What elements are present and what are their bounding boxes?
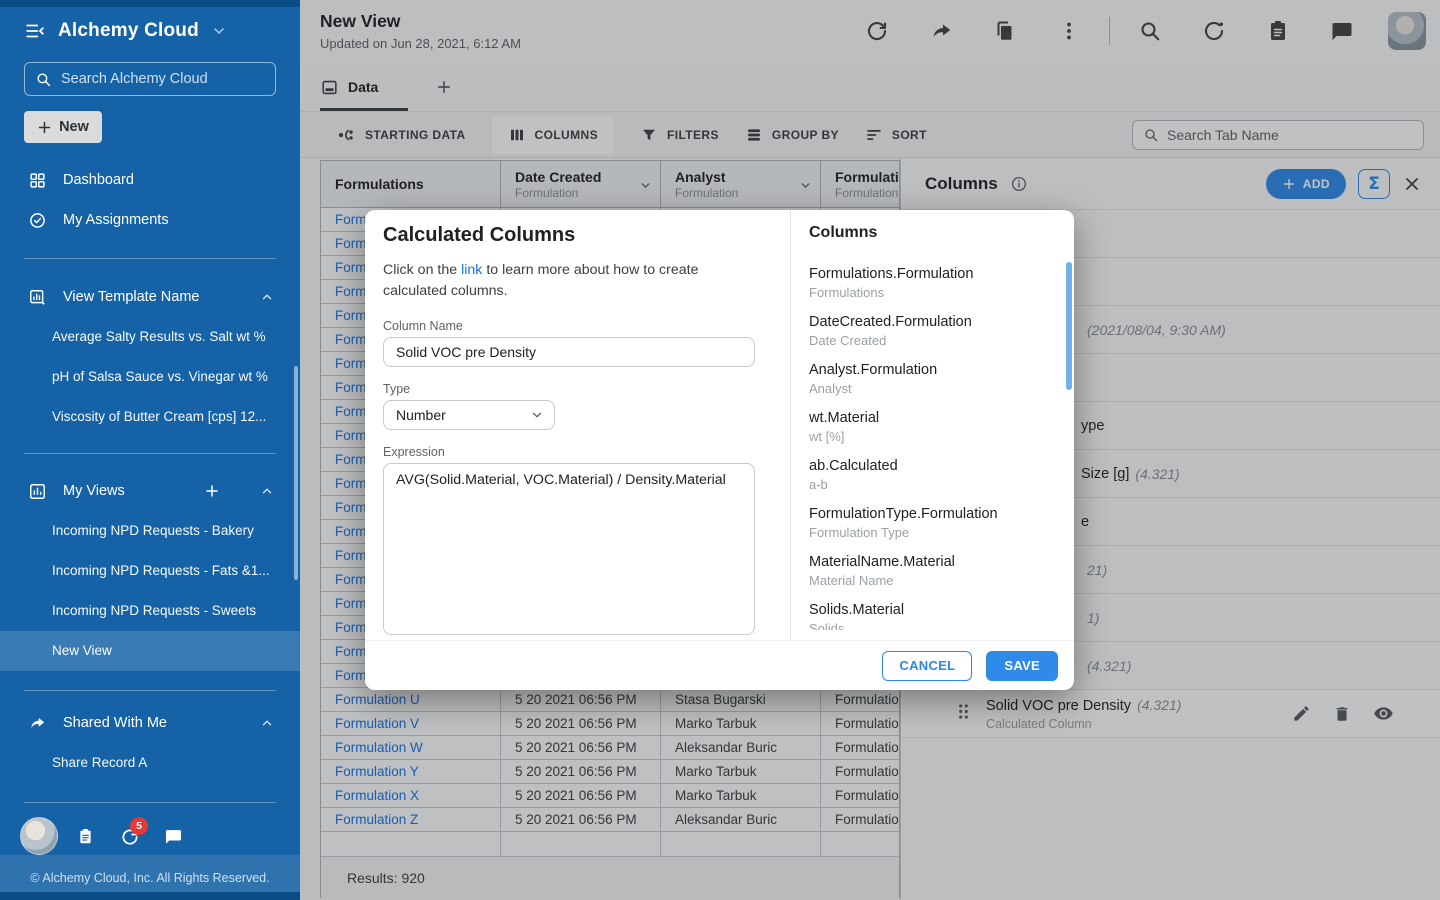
section-title: My Views (63, 483, 125, 499)
divider (24, 453, 276, 454)
share-arrow-icon (28, 714, 47, 733)
modal-column-item[interactable]: MaterialName.Material Material Name (809, 548, 1064, 596)
modal-list-scrollbar[interactable] (1066, 262, 1072, 390)
modal-column-item[interactable]: Solids.Material Solids (809, 596, 1064, 630)
modal-column-item[interactable]: ab.Calculated a-b (809, 452, 1064, 500)
app-title: Alchemy Cloud (58, 20, 199, 42)
cancel-button[interactable]: CANCEL (882, 651, 972, 681)
sidebar-view-item[interactable]: pH of Salsa Sauce vs. Vinegar wt % (0, 357, 300, 397)
sidebar-view-item[interactable]: Average Salty Results vs. Salt wt % (0, 317, 300, 357)
sidebar-view-item[interactable]: Share Record A (0, 743, 300, 783)
divider (24, 802, 276, 803)
column-name-input[interactable] (383, 337, 755, 367)
new-button[interactable]: New (24, 111, 102, 143)
sidebar-top-edge (0, 0, 300, 7)
modal-column-item[interactable]: wt.Material wt [%] (809, 404, 1064, 452)
chevron-up-icon[interactable] (260, 716, 274, 730)
sidebar-item-my-assignments[interactable]: My Assignments (0, 200, 300, 240)
sidebar-scrollbar[interactable] (294, 366, 298, 580)
modal-column-item[interactable]: FormulationType.Formulation Formulation … (809, 500, 1064, 548)
user-avatar[interactable] (20, 817, 58, 855)
calculated-columns-modal: Calculated Columns Click on the link to … (365, 210, 1074, 690)
add-view-icon[interactable] (204, 483, 220, 499)
sidebar-view-item[interactable]: New View (0, 631, 300, 671)
modal-columns-pane: Columns Formulations.Formulation Formula… (790, 210, 1074, 690)
search-icon (35, 71, 52, 88)
type-selected-value: Number (396, 407, 446, 423)
modal-columns-title: Columns (809, 224, 1074, 242)
chevron-up-icon[interactable] (260, 484, 274, 498)
save-button[interactable]: SAVE (986, 651, 1058, 681)
expression-input[interactable]: AVG(Solid.Material, VOC.Material) / Dens… (383, 463, 755, 635)
section-shared-with-me[interactable]: Shared With Me (0, 703, 300, 743)
check-circle-icon (28, 211, 47, 230)
modal-description: Click on the link to learn more about ho… (383, 260, 765, 302)
modal-title: Calculated Columns (383, 224, 772, 247)
section-my-views[interactable]: My Views (0, 471, 300, 511)
section-title: Shared With Me (63, 715, 167, 731)
sidebar-view-item[interactable]: Incoming NPD Requests - Bakery (0, 511, 300, 551)
collapse-menu-icon[interactable] (24, 20, 46, 42)
sidebar-item-label: My Assignments (63, 212, 169, 228)
help-link[interactable]: link (461, 262, 482, 278)
sidebar-view-item[interactable]: Incoming NPD Requests - Sweets (0, 591, 300, 631)
modal-column-item[interactable]: DateCreated.Formulation Date Created (809, 308, 1064, 356)
bar-chart-icon (28, 482, 47, 501)
divider (24, 258, 276, 259)
modal-columns-list: Formulations.Formulation Formulations Da… (809, 260, 1064, 630)
workspace-chevron-down-icon[interactable] (211, 23, 227, 39)
chevron-up-icon[interactable] (260, 290, 274, 304)
modal-footer: CANCEL SAVE (365, 640, 1074, 690)
clipboard-icon[interactable] (76, 827, 95, 851)
notification-badge: 5 (130, 817, 148, 835)
dashboard-grid-icon (28, 171, 47, 190)
plus-icon (37, 120, 52, 135)
sidebar-bottom-edge (0, 892, 300, 900)
chat-icon[interactable] (164, 827, 183, 851)
new-button-label: New (59, 119, 89, 135)
expression-label: Expression (383, 445, 772, 459)
sidebar-search-input[interactable] (61, 71, 261, 87)
section-view-template-name[interactable]: View Template Name (0, 277, 300, 317)
modal-column-item[interactable]: Formulations.Formulation Formulations (809, 260, 1064, 308)
sidebar-search[interactable] (24, 62, 276, 96)
chart-template-icon (28, 288, 47, 307)
sidebar-item-dashboard[interactable]: Dashboard (0, 160, 300, 200)
sidebar-item-label: Dashboard (63, 172, 134, 188)
sidebar: Alchemy Cloud New Dashboard (0, 0, 300, 900)
divider (24, 690, 276, 691)
column-name-label: Column Name (383, 319, 772, 333)
type-select[interactable]: Number (383, 400, 555, 430)
sidebar-view-item[interactable]: Viscosity of Butter Cream [cps] 12... (0, 397, 300, 437)
modal-column-item[interactable]: Analyst.Formulation Analyst (809, 356, 1064, 404)
sidebar-view-item[interactable]: Incoming NPD Requests - Fats &1... (0, 551, 300, 591)
section-title: View Template Name (63, 289, 199, 305)
chevron-down-icon (530, 408, 544, 422)
type-label: Type (383, 382, 772, 396)
